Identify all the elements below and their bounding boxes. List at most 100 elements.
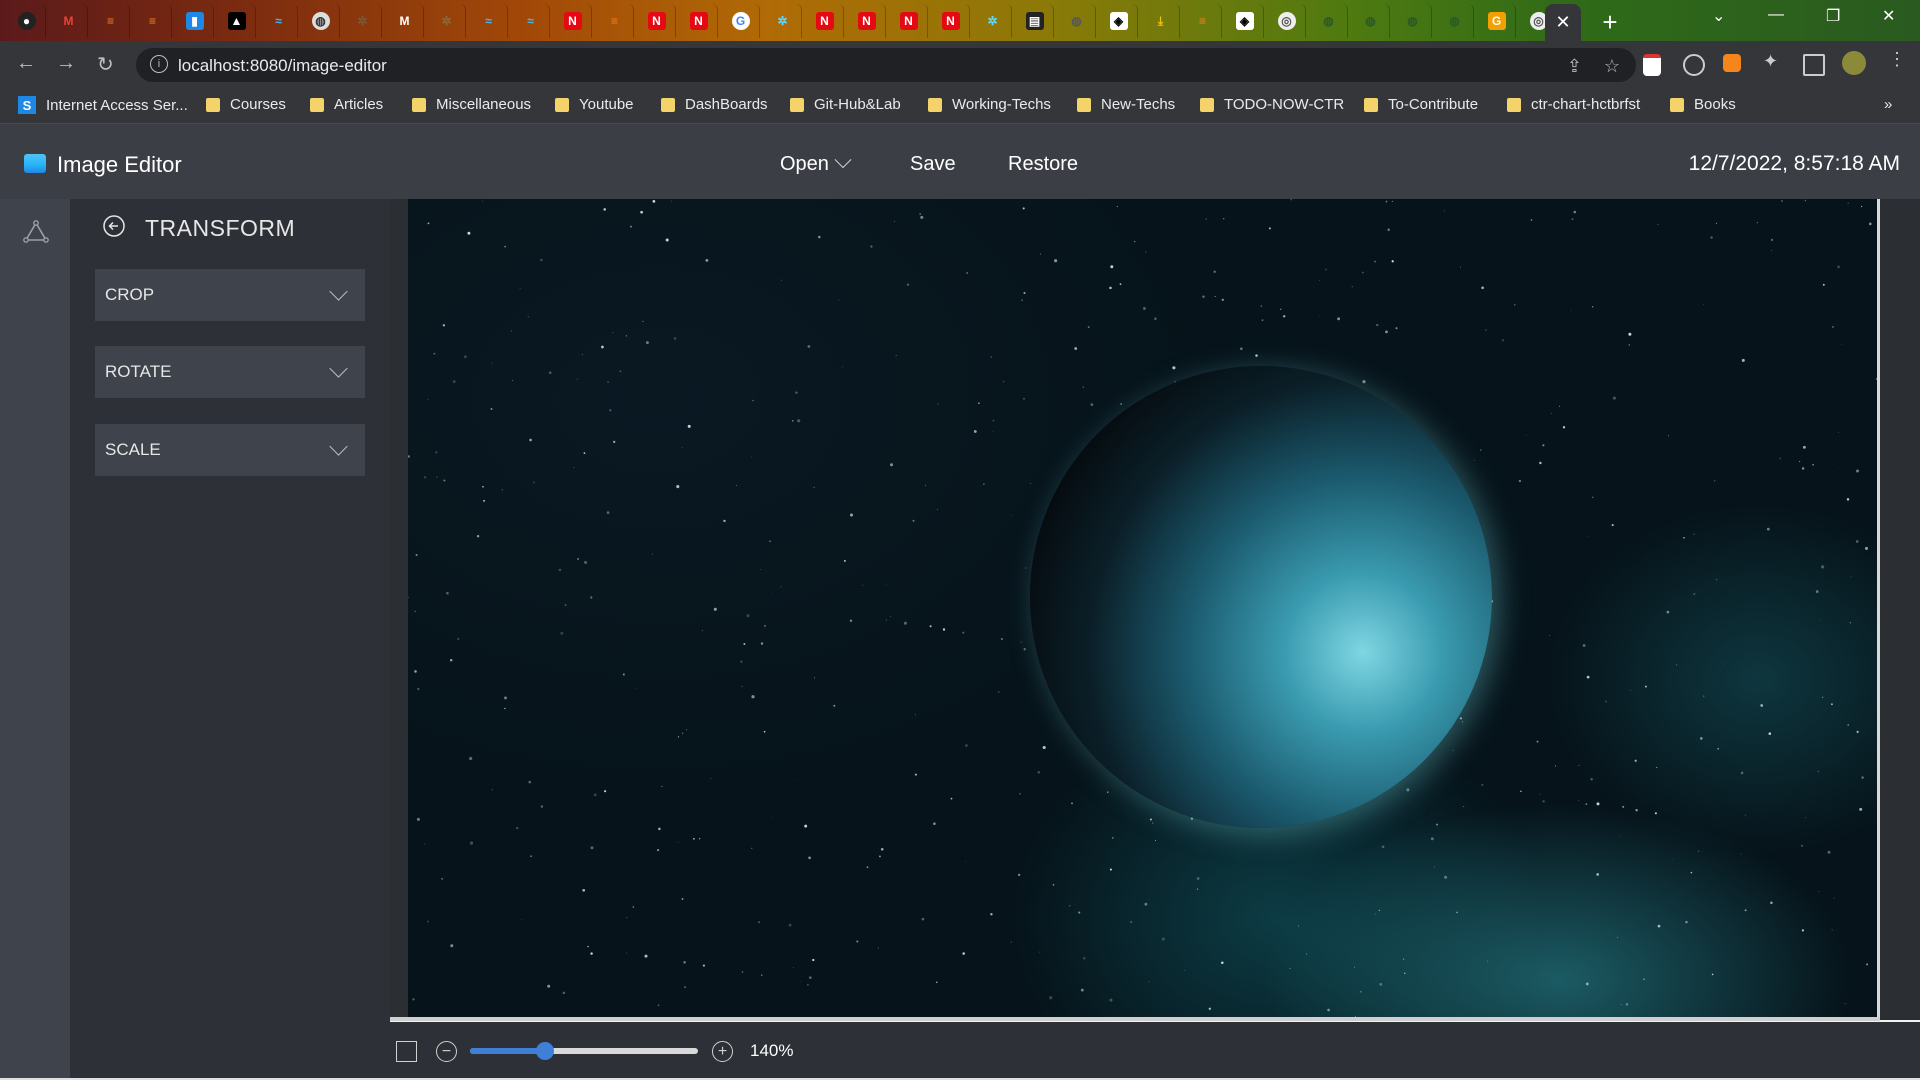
bookmark-folder[interactable]: ctr-chart-hctbrfst [1507,96,1640,113]
reload-icon[interactable]: ↻ [97,52,114,77]
url-text[interactable]: localhost:8080/image-editor [178,56,387,76]
tab-tailwind[interactable]: ≈ [260,4,298,38]
bookmark-label: Youtube [579,96,634,113]
tab-dim-3[interactable]: ◍ [1352,4,1390,38]
fit-to-screen-icon[interactable] [396,1041,417,1062]
back-icon[interactable]: ← [16,52,36,75]
tab-codepen-2[interactable]: ◈ [1226,4,1264,38]
tab-netflix-2[interactable]: N [638,4,676,38]
menu-kebab-icon[interactable]: ⋮ [1888,49,1906,69]
restore-button[interactable]: Restore [1008,153,1078,176]
tab-netflix-6[interactable]: N [890,4,928,38]
folder-icon [412,97,426,112]
tab-terminal[interactable]: ▤ [1016,4,1054,38]
tab-orange[interactable]: G [1478,4,1516,38]
tab-netflix[interactable]: N [554,4,592,38]
active-tab[interactable]: ✕ [1545,4,1581,41]
share-icon[interactable]: ⇪ [1567,56,1582,77]
bookmark-folder[interactable]: Git-Hub&Lab [790,96,901,113]
bookmark-folder[interactable]: Courses [206,96,286,113]
tab-dim[interactable]: ◍ [1058,4,1096,38]
tab-tailwind-2[interactable]: ≈ [470,4,508,38]
zoom-slider-thumb[interactable] [536,1042,555,1060]
crop-section-toggle[interactable]: CROP [95,269,365,321]
tab-dim-4[interactable]: ◍ [1394,4,1432,38]
tab-react[interactable]: ✲ [764,4,802,38]
zoom-out-icon[interactable]: − [436,1041,457,1062]
tab-codepen[interactable]: ◈ [1100,4,1138,38]
save-button[interactable]: Save [910,153,956,176]
back-arrow-icon[interactable] [103,215,125,237]
close-icon[interactable]: ✕ [1555,12,1570,33]
tab-download[interactable]: ⤓ [1142,4,1180,38]
profile-avatar[interactable] [1842,51,1866,75]
tab-tailwind-3[interactable]: ≈ [512,4,550,38]
extension-grammarly-icon[interactable] [1683,54,1705,76]
close-window-icon[interactable]: ✕ [1882,6,1895,26]
bookmark-folder[interactable]: Miscellaneous [412,96,531,113]
side-panel-icon[interactable] [1803,54,1825,76]
extension-calendar-icon[interactable] [1643,54,1661,76]
tab-stackoverflow[interactable]: ≡ [92,4,130,38]
tab-dim-2[interactable]: ◍ [1310,4,1348,38]
bookmark-star-icon[interactable]: ☆ [1604,56,1620,77]
forward-icon[interactable]: → [56,52,76,75]
bookmark-item[interactable]: S Internet Access Ser... [18,96,188,114]
chevron-down-icon [329,282,348,301]
gmail-icon: M [63,14,74,28]
open-menu-button[interactable]: Open [780,151,852,176]
tab-chart[interactable]: ▮ [176,4,214,38]
tab-netflix-5[interactable]: N [848,4,886,38]
tab-chrome[interactable]: ◎ [1268,4,1306,38]
tab-medium[interactable]: M [386,4,424,38]
tab-google[interactable]: G [722,4,760,38]
transform-tool-icon[interactable] [22,218,50,246]
bookmark-label: Working-Techs [952,96,1051,113]
image-canvas[interactable] [390,199,1920,1021]
tab-gmail[interactable]: M [50,4,88,38]
bookmark-folder[interactable]: DashBoards [661,96,768,113]
folder-icon [1200,97,1214,112]
bookmark-folder[interactable]: To-Contribute [1364,96,1478,113]
tab-stackoverflow-2[interactable]: ≡ [134,4,172,38]
tab-search-icon[interactable]: ⌄ [1712,6,1725,26]
address-bar[interactable]: i localhost:8080/image-editor ⇪ ☆ [136,48,1636,82]
tab-react-dim[interactable]: ✲ [344,4,382,38]
tab-dim-5[interactable]: ◍ [1436,4,1474,38]
google-icon: G [731,12,750,30]
stack-icon: ≡ [1198,14,1206,28]
tab-globe[interactable]: ◍ [302,4,340,38]
new-tab-button[interactable]: + [1596,7,1624,37]
bookmark-folder[interactable]: Working-Techs [928,96,1051,113]
zoom-slider-fill [470,1048,546,1054]
bookmark-folder[interactable]: Books [1670,96,1736,113]
react-icon: ✲ [777,14,788,28]
tab-stack-2[interactable]: ≡ [1184,4,1222,38]
tab-react-2[interactable]: ✲ [974,4,1012,38]
tab-github[interactable]: ● [8,4,46,38]
more-bookmarks-button[interactable]: » [1884,96,1892,113]
open-label: Open [780,153,829,175]
zoom-in-icon[interactable]: + [712,1041,733,1062]
tab-react-dim-2[interactable]: ✲ [428,4,466,38]
bookmark-folder[interactable]: Youtube [555,96,634,113]
site-info-icon[interactable]: i [150,55,168,73]
extension-metamask-icon[interactable] [1723,54,1741,72]
tab-netflix-7[interactable]: N [932,4,970,38]
app-title: Image Editor [57,152,182,177]
tab-netflix-3[interactable]: N [680,4,718,38]
tab-stack[interactable]: ≡ [596,4,634,38]
tool-rail [0,199,70,1080]
minimize-icon[interactable]: — [1768,6,1784,24]
tab-triangle[interactable]: ▲ [218,4,256,38]
zoom-slider[interactable] [470,1042,698,1060]
bookmark-folder[interactable]: New-Techs [1077,96,1175,113]
extensions-puzzle-icon[interactable]: ✦ [1763,51,1781,71]
bookmark-folder[interactable]: TODO-NOW-CTR [1200,96,1344,113]
rotate-section-toggle[interactable]: ROTATE [95,346,365,398]
scale-section-toggle[interactable]: SCALE [95,424,365,476]
bookmark-folder[interactable]: Articles [310,96,383,113]
tab-netflix-4[interactable]: N [806,4,844,38]
download-icon: ⤓ [1157,13,1164,28]
restore-icon[interactable]: ❐ [1826,6,1840,26]
